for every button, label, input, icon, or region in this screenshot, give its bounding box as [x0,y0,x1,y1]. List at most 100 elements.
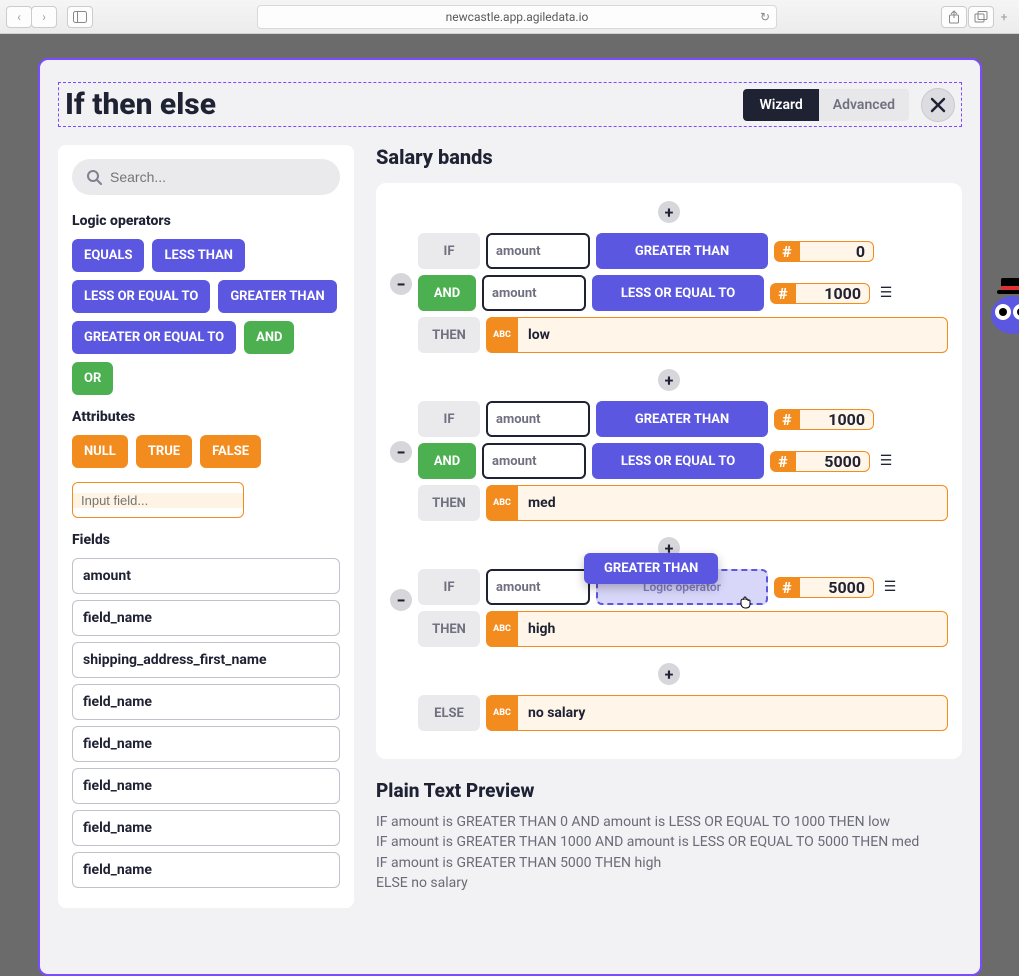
operator-slot[interactable]: LESS OR EQUAL TO [592,275,764,311]
add-block-button[interactable]: + [658,201,680,223]
then-value-slot[interactable]: ABC low [486,317,948,353]
operator-slot[interactable]: GREATER THAN [596,233,768,269]
mascot-icon [987,278,1019,338]
if-keyword: IF [418,401,480,437]
chip-equals[interactable]: EQUALS [72,239,144,272]
rule-block: − IF amount GREATER THAN # 1000 [390,401,948,527]
field-item[interactable]: field_name [72,768,340,804]
chip-false[interactable]: FALSE [200,435,261,468]
else-value-slot[interactable]: ABC no salary [486,695,948,731]
then-keyword: THEN [418,317,480,353]
chip-null[interactable]: NULL [72,435,128,468]
operator-dropzone[interactable]: Logic operator GREATER THAN [596,569,768,605]
value-slot[interactable]: # 5000 [770,451,870,472]
nav-back-button[interactable]: ‹ [6,6,32,28]
else-keyword: ELSE [418,695,480,731]
attribute-input[interactable] [73,493,244,508]
chip-or[interactable]: OR [72,362,113,395]
nav-forward-button[interactable]: › [31,6,57,28]
value-slot[interactable]: # 1000 [774,409,874,430]
text-type-icon: ABC [486,485,518,521]
address-bar[interactable]: newcastle.app.agiledata.io ↻ [257,5,777,29]
and-keyword[interactable]: AND [418,443,476,479]
dragging-operator-chip[interactable]: GREATER THAN [584,553,718,584]
field-item[interactable]: shipping_address_first_name [72,642,340,678]
field-slot[interactable]: amount [486,401,590,437]
hash-icon: # [770,283,796,304]
remove-block-button[interactable]: − [390,589,412,611]
share-button[interactable] [941,6,967,28]
attribute-input-field[interactable] [72,482,244,518]
drag-handle-icon[interactable]: ☰ [880,579,898,595]
tabs-button[interactable] [968,6,994,28]
chip-greater-or-equal[interactable]: GREATER OR EQUAL TO [72,321,236,354]
field-slot[interactable]: amount [486,569,590,605]
rule-block: − IF amount Logic operator GREATER THAN [390,569,948,653]
text-type-icon: ABC [486,611,518,647]
operator-slot[interactable]: LESS OR EQUAL TO [592,443,764,479]
address-text: newcastle.app.agiledata.io [446,10,589,24]
search-box[interactable] [72,159,340,195]
hash-icon: # [774,577,800,598]
field-item[interactable]: field_name [72,600,340,636]
search-icon [86,169,102,185]
remove-block-button[interactable]: − [390,441,412,463]
then-keyword: THEN [418,611,480,647]
field-slot[interactable]: amount [482,443,586,479]
then-value: med [518,485,948,521]
mode-tabs: Wizard Advanced [743,89,909,121]
field-item[interactable]: field_name [72,810,340,846]
value-slot[interactable]: # 1000 [770,283,870,304]
field-slot[interactable]: amount [486,233,590,269]
remove-block-button[interactable]: − [390,273,412,295]
chip-less-or-equal[interactable]: LESS OR EQUAL TO [72,280,210,313]
field-item[interactable]: field_name [72,684,340,720]
attributes-label: Attributes [72,409,340,425]
else-value: no salary [518,695,948,731]
fields-label: Fields [72,532,340,548]
value-slot[interactable]: # 5000 [774,577,874,598]
if-keyword: IF [418,233,480,269]
value-text: 5000 [796,451,870,472]
chip-less-than[interactable]: LESS THAN [152,239,245,272]
field-item[interactable]: field_name [72,852,340,888]
and-keyword[interactable]: AND [418,275,476,311]
value-slot[interactable]: # 0 [774,241,874,262]
text-type-icon: ABC [486,695,518,731]
tab-wizard[interactable]: Wizard [743,89,818,121]
preview-line: ELSE no salary [376,873,962,893]
hash-icon: # [774,241,800,262]
add-block-button[interactable]: + [658,663,680,685]
chip-and[interactable]: AND [244,321,294,354]
browser-toolbar: ‹ › newcastle.app.agiledata.io ↻ + [0,0,1019,34]
if-keyword: IF [418,569,480,605]
value-text: 5000 [800,577,874,598]
tab-advanced[interactable]: Advanced [819,89,909,121]
chip-greater-than[interactable]: GREATER THAN [218,280,336,313]
chip-true[interactable]: TRUE [136,435,192,468]
new-tab-button[interactable]: + [995,6,1013,28]
grab-cursor-icon [738,593,754,609]
then-value-slot[interactable]: ABC med [486,485,948,521]
palette-panel: Logic operators EQUALS LESS THAN LESS OR… [58,145,354,908]
drag-handle-icon[interactable]: ☰ [876,285,894,301]
drag-handle-icon[interactable]: ☰ [876,453,894,469]
else-row: ELSE ABC no salary [418,695,948,731]
field-slot[interactable]: amount [482,275,586,311]
operator-slot[interactable]: GREATER THAN [596,401,768,437]
rule-canvas: + − IF amount GREATER THAN # 0 [376,183,962,759]
value-text: 1000 [800,409,874,430]
modal-close-button[interactable] [921,88,955,122]
value-text: 1000 [796,283,870,304]
rule-modal: If then else Wizard Advanced Logic opera… [38,58,982,976]
reload-icon[interactable]: ↻ [760,10,770,24]
field-item[interactable]: amount [72,558,340,594]
then-value-slot[interactable]: ABC high [486,611,948,647]
search-input[interactable] [110,169,326,185]
modal-header: If then else Wizard Advanced [58,82,962,127]
preview-line: IF amount is GREATER THAN 0 AND amount i… [376,812,962,832]
sidebar-toggle-button[interactable] [67,6,93,28]
add-block-button[interactable]: + [658,369,680,391]
preview-text: IF amount is GREATER THAN 0 AND amount i… [376,812,962,893]
field-item[interactable]: field_name [72,726,340,762]
